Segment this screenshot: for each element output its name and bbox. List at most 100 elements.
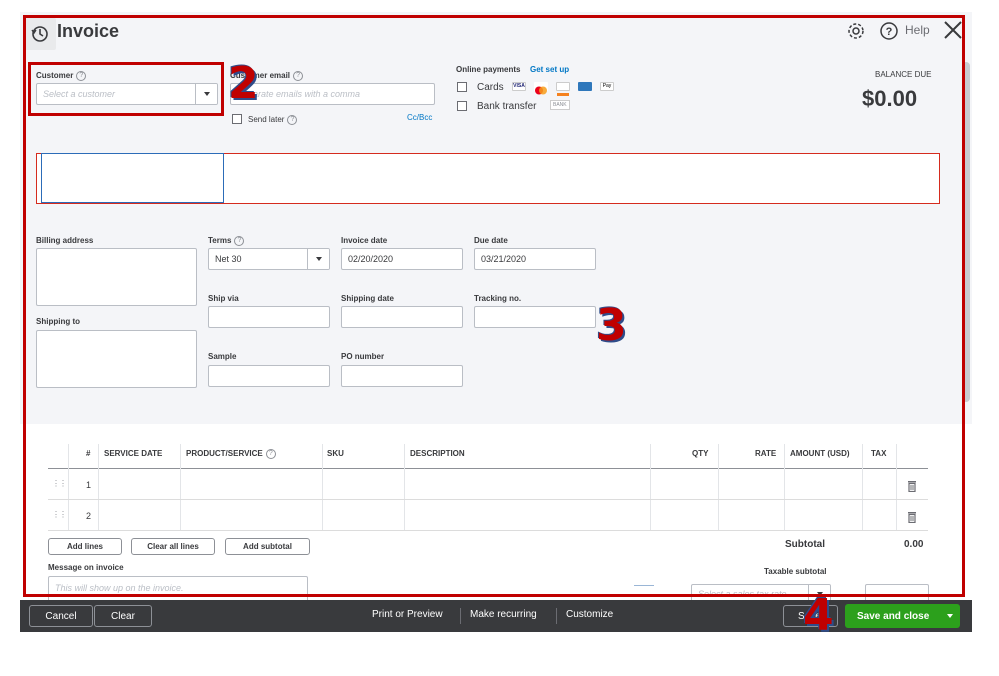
column-header-tax: TAX <box>871 449 887 458</box>
add-subtotal-button[interactable]: Add subtotal <box>225 538 310 555</box>
footer-separator <box>556 608 557 624</box>
annotation-marker-3: 3 <box>596 300 627 351</box>
shipping-to-input[interactable] <box>36 330 197 388</box>
column-header-service-date: SERVICE DATE <box>104 449 163 458</box>
column-header-number: # <box>86 449 91 458</box>
trash-icon[interactable] <box>907 510 917 528</box>
make-recurring-link[interactable]: Make recurring <box>470 609 537 620</box>
get-set-up-link[interactable]: Get set up <box>530 65 569 74</box>
svg-text:?: ? <box>886 26 893 38</box>
customer-email-input[interactable]: Separate emails with a comma <box>230 83 435 105</box>
column-header-product-service: PRODUCT/SERVICE? <box>186 449 276 459</box>
due-date-value: 03/21/2020 <box>481 254 527 264</box>
po-number-label: PO number <box>341 352 385 361</box>
chevron-down-icon[interactable] <box>195 84 217 104</box>
close-icon[interactable] <box>942 19 964 46</box>
column-divider <box>784 444 785 530</box>
print-or-preview-link[interactable]: Print or Preview <box>372 609 443 620</box>
gear-icon[interactable] <box>846 21 866 46</box>
shipping-to-label: Shipping to <box>36 317 80 326</box>
customize-link[interactable]: Customize <box>566 609 613 620</box>
message-input[interactable]: This will show up on the invoice. <box>48 576 308 600</box>
column-divider <box>862 444 863 530</box>
info-icon[interactable]: ? <box>287 115 298 125</box>
column-header-sku: SKU <box>327 449 344 458</box>
annotation-marker-4: 4 <box>803 590 834 641</box>
balance-due-value: $0.00 <box>862 86 918 111</box>
row-number: 1 <box>86 480 92 490</box>
help-link[interactable]: Help <box>905 23 930 37</box>
bank-badge: BANK <box>550 100 570 110</box>
sample-input[interactable] <box>208 365 330 387</box>
line-items-section: # SERVICE DATE PRODUCT/SERVICE? SKU DESC… <box>20 424 972 600</box>
save-and-close-button[interactable]: Save and close <box>845 604 960 628</box>
column-header-rate: RATE <box>755 449 777 458</box>
focused-blank-field[interactable] <box>41 153 224 203</box>
customer-label: Customer? <box>36 71 87 81</box>
column-divider <box>718 444 719 530</box>
apple-pay-icon: Pay <box>600 82 614 91</box>
shipping-date-input[interactable] <box>341 306 463 328</box>
sales-tax-amount-input[interactable] <box>865 584 929 600</box>
chevron-down-icon[interactable] <box>940 604 960 628</box>
send-later-label: Send later? <box>248 115 298 125</box>
bank-transfer-checkbox[interactable] <box>457 101 467 111</box>
cancel-button[interactable]: Cancel <box>29 605 93 627</box>
visa-icon: VISA <box>512 82 526 91</box>
balance-due-label: BALANCE DUE <box>875 70 932 79</box>
cards-checkbox[interactable] <box>457 82 467 92</box>
info-icon[interactable]: ? <box>76 71 87 81</box>
tracking-no-input[interactable] <box>474 306 596 328</box>
column-header-amount: AMOUNT (USD) <box>790 449 850 458</box>
column-divider <box>68 444 69 530</box>
terms-value: Net 30 <box>215 254 242 264</box>
sample-label: Sample <box>208 352 237 361</box>
vertical-scrollbar[interactable] <box>962 62 970 402</box>
clear-all-lines-button[interactable]: Clear all lines <box>131 538 215 555</box>
due-date-label: Due date <box>474 236 508 245</box>
invoice-header: Invoice ? Help <box>20 12 972 52</box>
info-icon[interactable]: ? <box>293 71 304 81</box>
po-number-input[interactable] <box>341 365 463 387</box>
shipping-date-label: Shipping date <box>341 294 394 303</box>
billing-address-label: Billing address <box>36 236 94 245</box>
column-divider <box>650 444 651 530</box>
invoice-date-input[interactable]: 02/20/2020 <box>341 248 463 270</box>
message-label: Message on invoice <box>48 563 124 572</box>
subtotal-label: Subtotal <box>785 539 825 550</box>
info-icon[interactable]: ? <box>265 449 276 459</box>
chevron-down-icon[interactable] <box>307 249 329 269</box>
terms-select[interactable]: Net 30 <box>208 248 330 270</box>
trash-icon[interactable] <box>907 479 917 497</box>
invoice-date-value: 02/20/2020 <box>348 254 394 264</box>
terms-label: Terms? <box>208 236 245 246</box>
drag-handle-icon[interactable]: ⋮⋮ <box>52 510 67 519</box>
page-title: Invoice <box>57 21 120 41</box>
footer-separator <box>460 608 461 624</box>
column-divider <box>404 444 405 530</box>
clear-button[interactable]: Clear <box>94 605 152 627</box>
message-placeholder: This will show up on the invoice. <box>55 583 184 593</box>
row-divider <box>48 530 928 531</box>
cc-bcc-link[interactable]: Cc/Bcc <box>407 113 432 122</box>
row-divider <box>48 499 928 500</box>
cards-label: Cards <box>477 82 504 93</box>
annotation-marker-2: 2 <box>228 58 259 109</box>
add-lines-button[interactable]: Add lines <box>48 538 122 555</box>
amex-icon <box>578 82 592 91</box>
tracking-no-label: Tracking no. <box>474 294 522 303</box>
recent-history-icon[interactable] <box>24 18 56 50</box>
drag-handle-icon[interactable]: ⋮⋮ <box>52 479 67 488</box>
help-circle-icon[interactable]: ? <box>879 21 899 46</box>
customer-select[interactable]: Select a customer <box>36 83 218 105</box>
send-later-checkbox[interactable] <box>232 114 242 124</box>
subtotal-value: 0.00 <box>904 539 924 550</box>
due-date-input[interactable]: 03/21/2020 <box>474 248 596 270</box>
ship-via-input[interactable] <box>208 306 330 328</box>
billing-address-input[interactable] <box>36 248 197 306</box>
invoice-window: Invoice ? Help Customer? Select a custom… <box>20 12 972 632</box>
column-header-description: DESCRIPTION <box>410 449 465 458</box>
taxable-subtotal-label: Taxable subtotal <box>764 567 827 576</box>
ship-via-label: Ship via <box>208 294 239 303</box>
info-icon[interactable]: ? <box>234 236 245 246</box>
